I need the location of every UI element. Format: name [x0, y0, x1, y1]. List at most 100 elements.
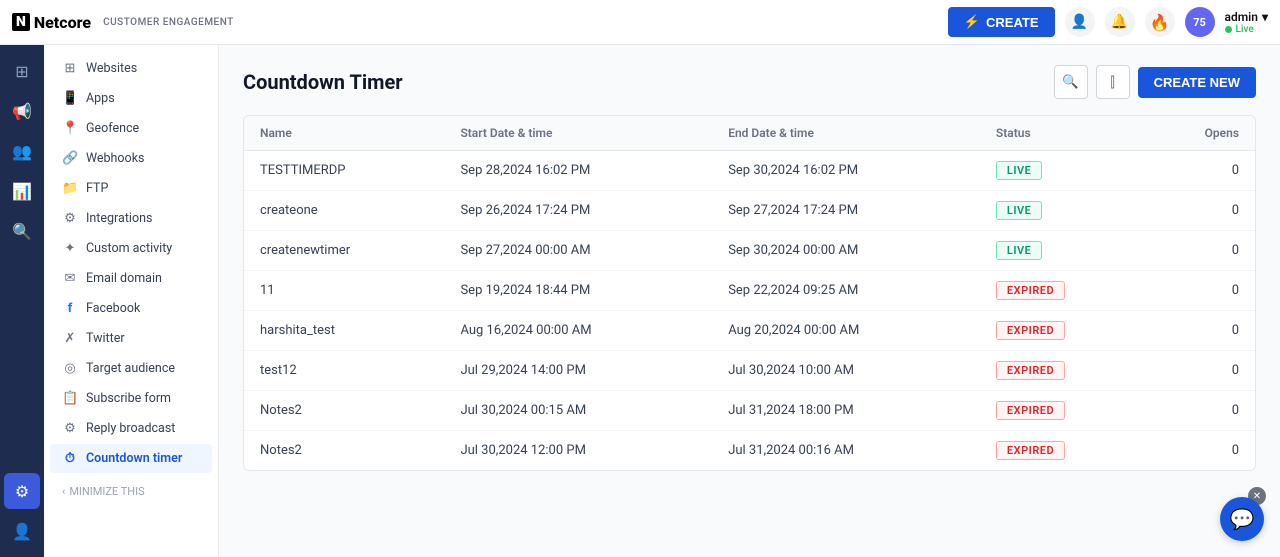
cell-opens: 0: [1146, 431, 1255, 471]
sidebar-item-email-domain[interactable]: ✉ Email domain: [50, 264, 212, 293]
sidebar-item-countdown-timer[interactable]: ⏱ Countdown timer: [50, 444, 212, 473]
twitter-icon: ✗: [62, 331, 78, 346]
cell-status: EXPIRED: [980, 311, 1146, 351]
target-audience-icon: ◎: [62, 361, 78, 376]
sidebar-item-custom-activity[interactable]: ✦ Custom activity: [50, 234, 212, 263]
search-button[interactable]: 🔍: [1054, 65, 1088, 99]
cell-status: LIVE: [980, 151, 1146, 191]
table-row[interactable]: createnewtimer Sep 27,2024 00:00 AM Sep …: [244, 231, 1255, 271]
cell-opens: 0: [1146, 351, 1255, 391]
table-row[interactable]: harshita_test Aug 16,2024 00:00 AM Aug 2…: [244, 311, 1255, 351]
sidebar-item-label: Geofence: [86, 121, 139, 136]
sidebar-icon-campaigns[interactable]: 📊: [4, 173, 40, 209]
logo: N Netcore: [12, 13, 91, 32]
countdown-timer-icon: ⏱: [62, 451, 78, 466]
email-domain-icon: ✉: [62, 271, 78, 286]
sidebar-item-label: Integrations: [86, 211, 152, 226]
cell-start-date: Jul 29,2024 14:00 PM: [444, 351, 712, 391]
sidebar-item-label: Apps: [86, 91, 115, 106]
table-row[interactable]: Notes2 Jul 30,2024 12:00 PM Jul 31,2024 …: [244, 431, 1255, 471]
cell-name: createnewtimer: [244, 231, 444, 271]
cell-name: createone: [244, 191, 444, 231]
sidebar-icon-megaphone[interactable]: 📢: [4, 93, 40, 129]
col-start-date: Start Date & time: [444, 116, 712, 151]
admin-name: admin ▾: [1225, 10, 1268, 24]
sidebar-item-target-audience[interactable]: ◎ Target audience: [50, 354, 212, 383]
cell-end-date: Jul 31,2024 18:00 PM: [712, 391, 980, 431]
bell-icon-button[interactable]: 🔔: [1105, 7, 1135, 37]
sidebar-item-twitter[interactable]: ✗ Twitter: [50, 324, 212, 353]
sidebar-item-label: Custom activity: [86, 241, 172, 256]
sidebar-icon-user-bottom[interactable]: 👤: [4, 513, 40, 549]
cell-start-date: Jul 30,2024 12:00 PM: [444, 431, 712, 471]
cell-opens: 0: [1146, 271, 1255, 311]
subscribe-form-icon: 📋: [62, 391, 78, 406]
page-header: Countdown Timer 🔍 ⫿ CREATE NEW: [243, 65, 1256, 99]
sidebar-icon-search[interactable]: 🔍: [4, 213, 40, 249]
col-end-date: End Date & time: [712, 116, 980, 151]
minimize-label: MINIMIZE THIS: [69, 485, 144, 498]
sidebar-item-geofence[interactable]: 📍 Geofence: [50, 114, 212, 143]
topbar-left: N Netcore CUSTOMER ENGAGEMENT: [12, 13, 234, 32]
cell-name: 11: [244, 271, 444, 311]
create-new-button[interactable]: CREATE NEW: [1138, 67, 1256, 98]
table-row[interactable]: createone Sep 26,2024 17:24 PM Sep 27,20…: [244, 191, 1255, 231]
sidebar-icon-settings[interactable]: ⚙: [4, 473, 40, 509]
admin-menu[interactable]: admin ▾ Live: [1225, 10, 1268, 35]
cell-start-date: Aug 16,2024 00:00 AM: [444, 311, 712, 351]
sidebar-item-integrations[interactable]: ⚙ Integrations: [50, 204, 212, 233]
cell-start-date: Sep 28,2024 16:02 PM: [444, 151, 712, 191]
sidebar-item-webhooks[interactable]: 🔗 Webhooks: [50, 144, 212, 173]
minimize-button[interactable]: ‹ MINIMIZE THIS: [50, 477, 212, 506]
customer-engagement-label: CUSTOMER ENGAGEMENT: [103, 17, 234, 28]
sidebar-item-websites[interactable]: ⊞ Websites: [50, 54, 212, 83]
table-row[interactable]: test12 Jul 29,2024 14:00 PM Jul 30,2024 …: [244, 351, 1255, 391]
cell-end-date: Jul 31,2024 00:16 AM: [712, 431, 980, 471]
status-badge: LIVE: [996, 241, 1042, 260]
flame-icon-button[interactable]: 🔥: [1145, 7, 1175, 37]
sidebar-item-label: Reply broadcast: [86, 421, 175, 436]
table-row[interactable]: Notes2 Jul 30,2024 00:15 AM Jul 31,2024 …: [244, 391, 1255, 431]
table-row[interactable]: 11 Sep 19,2024 18:44 PM Sep 22,2024 09:2…: [244, 271, 1255, 311]
cell-end-date: Sep 27,2024 17:24 PM: [712, 191, 980, 231]
sidebar-item-label: Twitter: [86, 331, 125, 346]
col-opens: Opens: [1146, 116, 1255, 151]
page-title: Countdown Timer: [243, 70, 403, 94]
table-header: Name Start Date & time End Date & time S…: [244, 116, 1255, 151]
table: Name Start Date & time End Date & time S…: [244, 116, 1255, 470]
sidebar-item-facebook[interactable]: f Facebook: [50, 294, 212, 323]
sidebar-icon-users[interactable]: 👥: [4, 133, 40, 169]
sidebar-item-subscribe-form[interactable]: 📋 Subscribe form: [50, 384, 212, 413]
create-label: CREATE: [986, 15, 1038, 30]
icon-sidebar-bottom: ⚙ 👤: [4, 473, 40, 549]
user-icon-button[interactable]: 👤: [1065, 7, 1095, 37]
sidebar-item-label: Subscribe form: [86, 391, 171, 406]
status-badge: EXPIRED: [996, 441, 1065, 460]
table-row[interactable]: TESTTIMERDP Sep 28,2024 16:02 PM Sep 30,…: [244, 151, 1255, 191]
sidebar-item-ftp[interactable]: 📁 FTP: [50, 174, 212, 203]
chat-fab[interactable]: 💬: [1220, 497, 1264, 541]
cell-status: EXPIRED: [980, 351, 1146, 391]
chat-icon: 💬: [1230, 507, 1255, 531]
sidebar-item-label: Websites: [86, 61, 137, 76]
cell-opens: 0: [1146, 311, 1255, 351]
status-badge: EXPIRED: [996, 361, 1065, 380]
cell-name: Notes2: [244, 391, 444, 431]
sidebar-icon-grid[interactable]: ⊞: [4, 53, 40, 89]
filter-button[interactable]: ⫿: [1096, 65, 1130, 99]
score-badge[interactable]: 75: [1185, 7, 1215, 37]
status-badge: EXPIRED: [996, 321, 1065, 340]
cell-opens: 0: [1146, 231, 1255, 271]
cell-start-date: Jul 30,2024 00:15 AM: [444, 391, 712, 431]
reply-broadcast-icon: ⚙: [62, 421, 78, 436]
sidebar-item-label: FTP: [86, 181, 108, 196]
sidebar-item-apps[interactable]: 📱 Apps: [50, 84, 212, 113]
cell-opens: 0: [1146, 391, 1255, 431]
live-dot: [1225, 26, 1232, 33]
icon-sidebar: ⊞ 📢 👥 📊 🔍 ⚙ 👤: [0, 45, 44, 557]
sidebar-item-reply-broadcast[interactable]: ⚙ Reply broadcast: [50, 414, 212, 443]
cell-status: LIVE: [980, 231, 1146, 271]
flame-icon: 🔥: [1150, 13, 1170, 32]
create-button[interactable]: ⚡ CREATE: [948, 7, 1055, 37]
integrations-icon: ⚙: [62, 211, 78, 226]
